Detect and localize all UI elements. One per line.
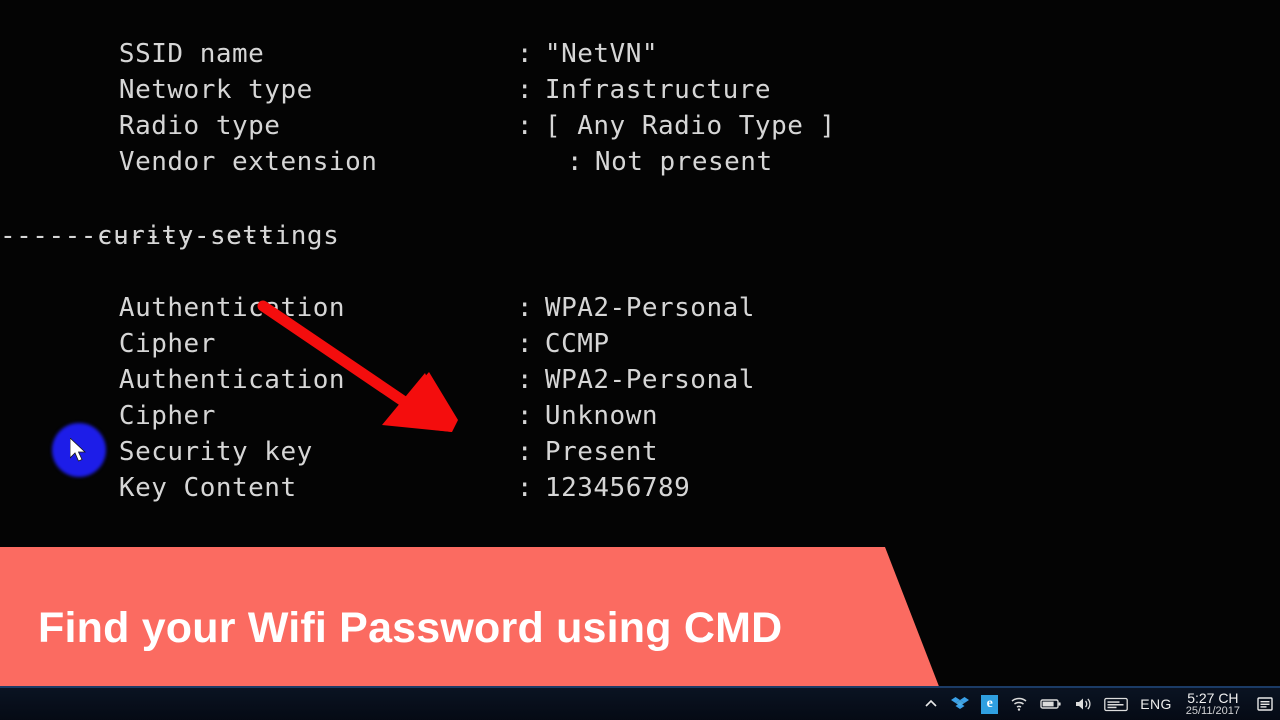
ie-letter-e: e bbox=[981, 694, 999, 714]
banner-title-text: Find your Wifi Password using CMD bbox=[38, 604, 783, 652]
console-section-divider: ----------------- bbox=[0, 221, 275, 251]
console-line-ssid-name: SSID name: "NetVN" bbox=[0, 0, 1280, 69]
console-line-security-key: Security key: Present bbox=[0, 398, 1280, 467]
battery-icon[interactable] bbox=[1034, 688, 1068, 720]
console-section-cost-settings: st settings bbox=[0, 506, 1280, 575]
clock-time: 5:27 CH bbox=[1187, 689, 1239, 706]
console-value-vendor-extension: Not present bbox=[594, 147, 773, 177]
language-indicator[interactable]: ENG bbox=[1134, 688, 1178, 720]
language-label: ENG bbox=[1140, 696, 1172, 712]
console-line-key-content: Key Content:123456789 bbox=[0, 434, 1280, 503]
dropbox-icon[interactable] bbox=[945, 688, 975, 720]
wifi-icon[interactable] bbox=[1004, 688, 1034, 720]
chevron-up-icon[interactable] bbox=[917, 688, 945, 720]
console-colon: : bbox=[516, 473, 534, 503]
console-section-security-settings: curity settings bbox=[0, 182, 1280, 251]
system-tray[interactable]: e ENG 5:27 CH 25/11/2017 bbox=[917, 688, 1280, 720]
console-line-vendor-extension: Vendor extension: Not present bbox=[0, 108, 1280, 177]
console-line-radio-type: Radio type:[ Any Radio Type ] bbox=[0, 72, 1280, 141]
console-colon: : bbox=[566, 147, 584, 177]
action-center-icon[interactable] bbox=[1250, 688, 1280, 720]
console-line-authentication-1: Authentication: WPA2-Personal bbox=[0, 254, 1280, 323]
clock-date: 25/11/2017 bbox=[1185, 704, 1240, 717]
mouse-cursor-icon bbox=[70, 438, 87, 462]
console-value-key-content: 123456789 bbox=[544, 473, 691, 503]
console-line-cipher-1: Cipher: CCMP bbox=[0, 290, 1280, 359]
windows-taskbar[interactable]: e ENG 5:27 CH 25/11/2017 bbox=[0, 686, 1280, 720]
console-label-key-content: Key Content bbox=[118, 473, 297, 503]
console-line-authentication-2: Authentication: WPA2-Personal bbox=[0, 326, 1280, 395]
volume-icon[interactable] bbox=[1068, 688, 1098, 720]
screenshot-root: SSID name: "NetVN" Network type: Infrastru… bbox=[0, 0, 1280, 720]
keyboard-icon[interactable] bbox=[1098, 688, 1134, 720]
console-line-cipher-2: Cipher: Unknown bbox=[0, 362, 1280, 431]
console-line-network-type: Network type: Infrastructure bbox=[0, 36, 1280, 105]
internet-explorer-icon[interactable]: e bbox=[975, 688, 1004, 720]
console-label-vendor-extension: Vendor extension bbox=[118, 147, 378, 177]
taskbar-clock[interactable]: 5:27 CH 25/11/2017 bbox=[1178, 688, 1250, 720]
